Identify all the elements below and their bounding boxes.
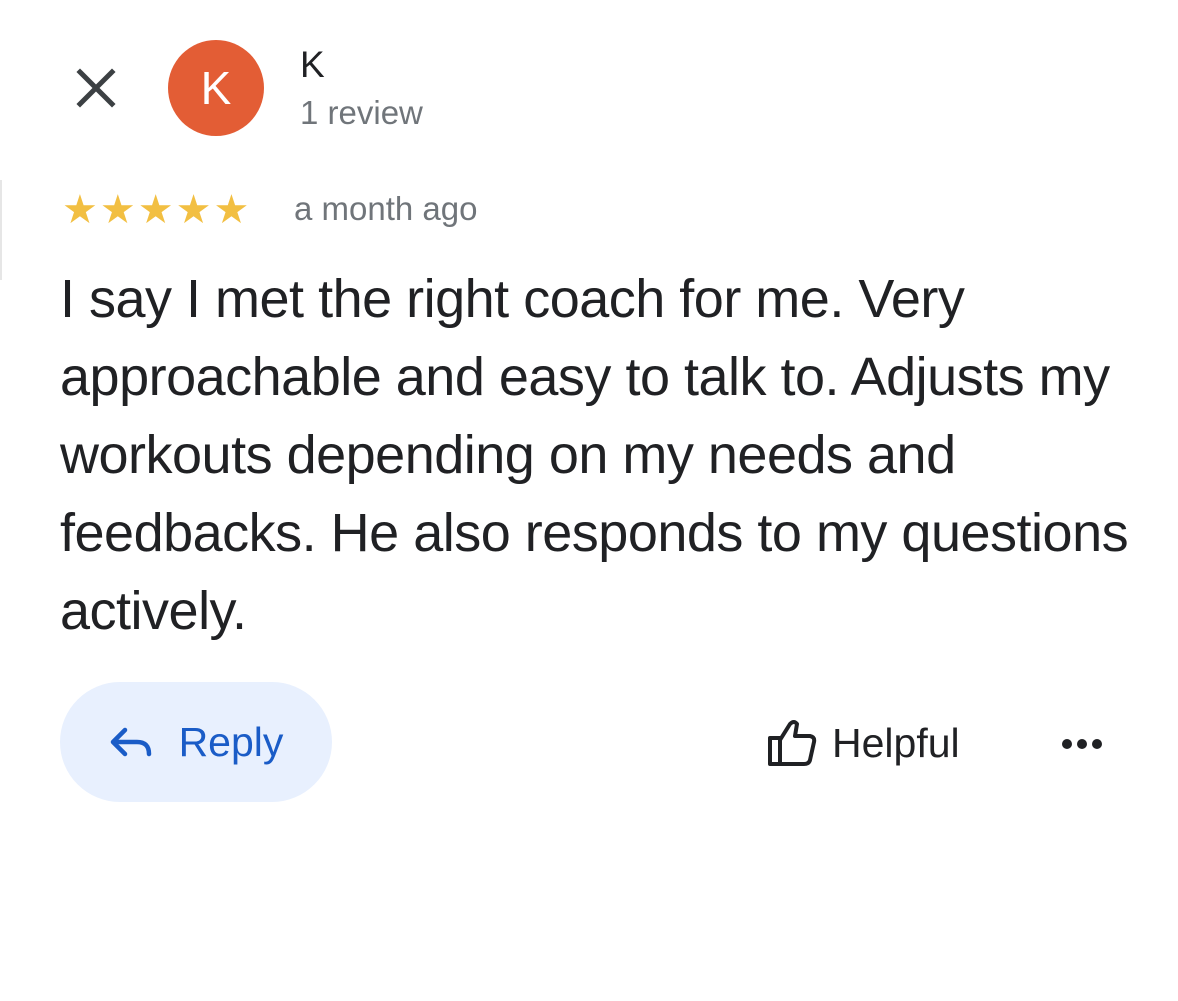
review-timestamp: a month ago [294,190,478,227]
author-review-count: 1 review [300,94,423,131]
star-rating: ★ ★ ★ ★ ★ [62,190,249,230]
avatar[interactable]: K [168,40,264,136]
reply-label: Reply [178,718,284,765]
reply-arrow-icon [110,727,151,757]
helpful-button[interactable]: Helpful [766,708,960,778]
star-icon: ★ [62,187,98,233]
star-icon: ★ [99,187,136,233]
helpful-label: Helpful [832,719,960,766]
review-text: I say I met the right coach for me. Very… [60,269,1129,641]
more-options-button[interactable] [1054,716,1110,772]
thumbs-up-outline-icon [768,720,817,766]
star-icon: ★ [175,187,212,233]
close-button[interactable] [64,56,128,120]
reply-button[interactable]: Reply [60,682,332,802]
more-horizontal-icon [1062,739,1102,749]
close-icon [76,68,116,108]
star-icon: ★ [213,187,250,233]
avatar-initial: K [200,62,232,114]
review-panel: K K 1 review ★ ★ ★ ★ ★ a month ago I say I m… [0,0,1178,1001]
panel-edge-divider [0,180,2,280]
author-name[interactable]: K [300,44,325,86]
star-icon: ★ [137,187,174,233]
